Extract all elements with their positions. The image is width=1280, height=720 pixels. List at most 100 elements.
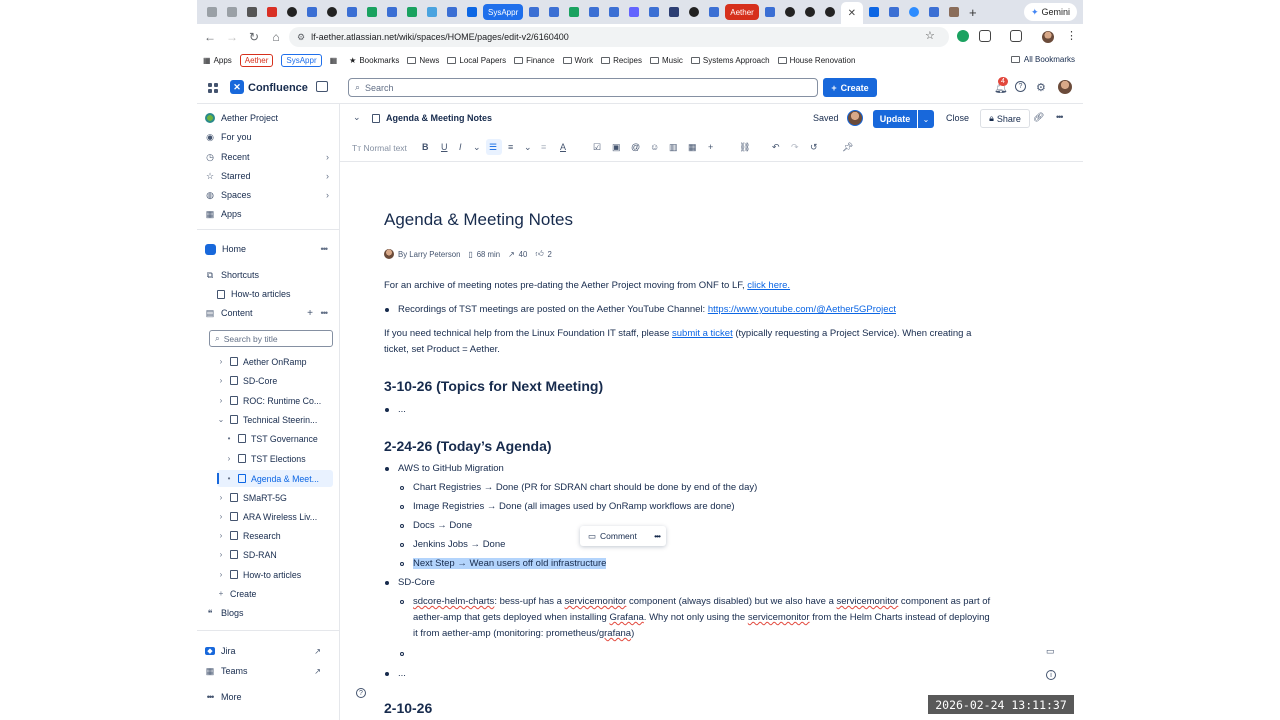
sidebar-item-starred[interactable]: ☆ Starred ›: [205, 167, 333, 185]
sidebar-item-shortcuts[interactable]: ⧉ Shortcuts: [205, 266, 333, 284]
create-button[interactable]: + Create: [823, 78, 877, 97]
new-tab-icon[interactable]: +: [965, 5, 981, 20]
tree-item-smart-5g[interactable]: › SMaRT-5G: [217, 489, 287, 506]
tab-confluence[interactable]: [705, 3, 723, 21]
sidebar-item-aether-project[interactable]: Aether Project: [205, 109, 333, 127]
more-dots-icon[interactable]: •••: [321, 244, 329, 254]
action-item-icon[interactable]: ☑: [593, 142, 601, 153]
bookmark-sysappr[interactable]: SysAppr: [281, 53, 322, 67]
tab-confluence[interactable]: [645, 3, 663, 21]
chevron-right-icon[interactable]: ›: [217, 493, 225, 502]
undo-icon[interactable]: ↶: [772, 142, 780, 153]
editor-content[interactable]: Agenda & Meeting Notes By Larry Peterson…: [340, 162, 1083, 720]
sidebar-item-howto-shortcut[interactable]: How-to articles: [217, 285, 333, 303]
tab-sheets[interactable]: [363, 3, 381, 21]
tab-confluence[interactable]: [885, 3, 903, 21]
bookmark-aether[interactable]: Aether: [239, 53, 274, 67]
history-icon[interactable]: ↺: [810, 142, 818, 153]
sidebar-item-blogs[interactable]: ❝ Blogs: [205, 604, 333, 622]
tab-confluence[interactable]: [925, 3, 943, 21]
search-input[interactable]: ⌕ Search: [348, 78, 818, 97]
update-button[interactable]: Update: [873, 110, 917, 128]
tab-drive[interactable]: [403, 3, 421, 21]
tab-mastodon[interactable]: [625, 3, 643, 21]
sidebar-item-home[interactable]: Home •••: [205, 240, 333, 258]
collaborator-avatar[interactable]: [847, 110, 863, 126]
cast-icon[interactable]: [1010, 30, 1022, 42]
archive-link[interactable]: click here.: [747, 280, 790, 291]
tab-aether[interactable]: Aether: [725, 4, 759, 20]
tab-github[interactable]: [323, 3, 341, 21]
link-icon[interactable]: ⛓: [739, 142, 750, 153]
bookmark-bookmarks[interactable]: ★ Bookmarks: [349, 56, 399, 65]
close-button[interactable]: Close: [946, 113, 969, 123]
share-button[interactable]: 🔒︎ Share: [980, 109, 1030, 128]
back-icon[interactable]: ←: [199, 30, 221, 44]
page-title[interactable]: Agenda & Meeting Notes: [384, 210, 573, 230]
redo-icon[interactable]: ↷: [791, 142, 799, 153]
page-breadcrumb-title[interactable]: Agenda & Meeting Notes: [386, 113, 492, 123]
tree-item-sd-ran[interactable]: › SD-RAN: [217, 546, 277, 563]
insert-plus-icon[interactable]: +: [708, 142, 713, 152]
selected-text[interactable]: Next Step → Wean users off old infrastru…: [413, 558, 607, 569]
tree-item-roc[interactable]: › ROC: Runtime Co...: [217, 392, 322, 409]
tree-item-sd-core[interactable]: › SD-Core: [217, 372, 278, 389]
chevron-right-icon[interactable]: ›: [217, 396, 225, 405]
copy-link-icon[interactable]: 🔗︎: [1033, 112, 1044, 123]
lists-chevron-icon[interactable]: ⌄: [524, 142, 532, 153]
tab-confluence[interactable]: [343, 3, 361, 21]
tab-confluence[interactable]: [865, 3, 883, 21]
tab-github[interactable]: [781, 3, 799, 21]
tab-confluence[interactable]: [303, 3, 321, 21]
comments-panel-icon[interactable]: ▭: [1046, 646, 1055, 657]
more-formatting-chevron-icon[interactable]: ⌄: [473, 142, 481, 153]
text-color-icon[interactable]: A: [560, 142, 566, 152]
tree-create-button[interactable]: + Create: [217, 585, 257, 602]
user-avatar[interactable]: [1058, 80, 1072, 94]
page-author[interactable]: By Larry Peterson: [398, 250, 460, 259]
comment-button[interactable]: Comment: [600, 531, 637, 541]
bold-icon[interactable]: B: [422, 142, 429, 152]
chevron-right-icon[interactable]: ›: [217, 357, 225, 366]
confluence-logo-icon[interactable]: ✕: [230, 80, 244, 94]
reload-icon[interactable]: ↻: [243, 30, 265, 44]
numbered-list-icon[interactable]: ≡: [508, 142, 513, 152]
chevron-right-icon[interactable]: ›: [217, 512, 225, 521]
align-icon[interactable]: ≡: [541, 142, 546, 152]
app-switcher-icon[interactable]: [208, 83, 218, 93]
list-item-next-step[interactable]: Next Step → Wean users off old infrastru…: [413, 556, 607, 572]
tab-drive[interactable]: [565, 3, 583, 21]
bookmark-systems-approach[interactable]: Systems Approach: [690, 56, 770, 65]
italic-icon[interactable]: I: [459, 142, 462, 152]
gemini-button[interactable]: ✦ Gemini: [1023, 3, 1077, 21]
sidebar-toggle-icon[interactable]: [316, 81, 328, 92]
table-icon[interactable]: ▦: [688, 142, 697, 153]
bookmark-star-icon[interactable]: ☆: [925, 29, 935, 42]
tab-zoom[interactable]: [905, 3, 923, 21]
tab-gmail[interactable]: [263, 3, 281, 21]
tree-item-ara-wireless[interactable]: › ARA Wireless Liv...: [217, 508, 317, 525]
text-style-dropdown[interactable]: Tт Normal text: [352, 143, 407, 153]
bookmark-news[interactable]: News: [407, 56, 439, 65]
chevron-right-icon[interactable]: ›: [217, 570, 225, 579]
url-input[interactable]: ⚙ lf-aether.atlassian.net/wiki/spaces/HO…: [289, 27, 949, 47]
bookmark-finance[interactable]: Finance: [514, 56, 555, 65]
tree-item-tst-governance[interactable]: • TST Governance: [225, 430, 318, 447]
bookmark-apps[interactable]: ▦ Apps: [203, 56, 232, 65]
image-icon[interactable]: ▣: [612, 142, 621, 153]
more-dots-icon[interactable]: •••: [654, 531, 661, 541]
tab-sysappr[interactable]: SysAppr: [483, 4, 524, 20]
site-info-icon[interactable]: ⚙: [297, 32, 305, 43]
sidebar-item-jira[interactable]: ◆ Jira ↗: [205, 642, 333, 660]
extension-icon[interactable]: [957, 30, 969, 42]
pin-icon[interactable]: 📌︎: [842, 142, 853, 153]
add-content-icon[interactable]: +: [307, 308, 313, 319]
chevron-down-icon[interactable]: ⌄: [217, 415, 225, 424]
bookmark-recipes[interactable]: Recipes: [601, 56, 642, 65]
all-bookmarks[interactable]: All Bookmarks: [1010, 55, 1075, 64]
help-icon[interactable]: ?: [1015, 81, 1026, 92]
sidebar-item-spaces[interactable]: ◍ Spaces ›: [205, 186, 333, 204]
chevron-right-icon[interactable]: ›: [217, 376, 225, 385]
tree-item-technical-steering[interactable]: ⌄ Technical Steerin...: [217, 411, 318, 428]
chevron-down-icon[interactable]: ⌄: [353, 112, 361, 123]
